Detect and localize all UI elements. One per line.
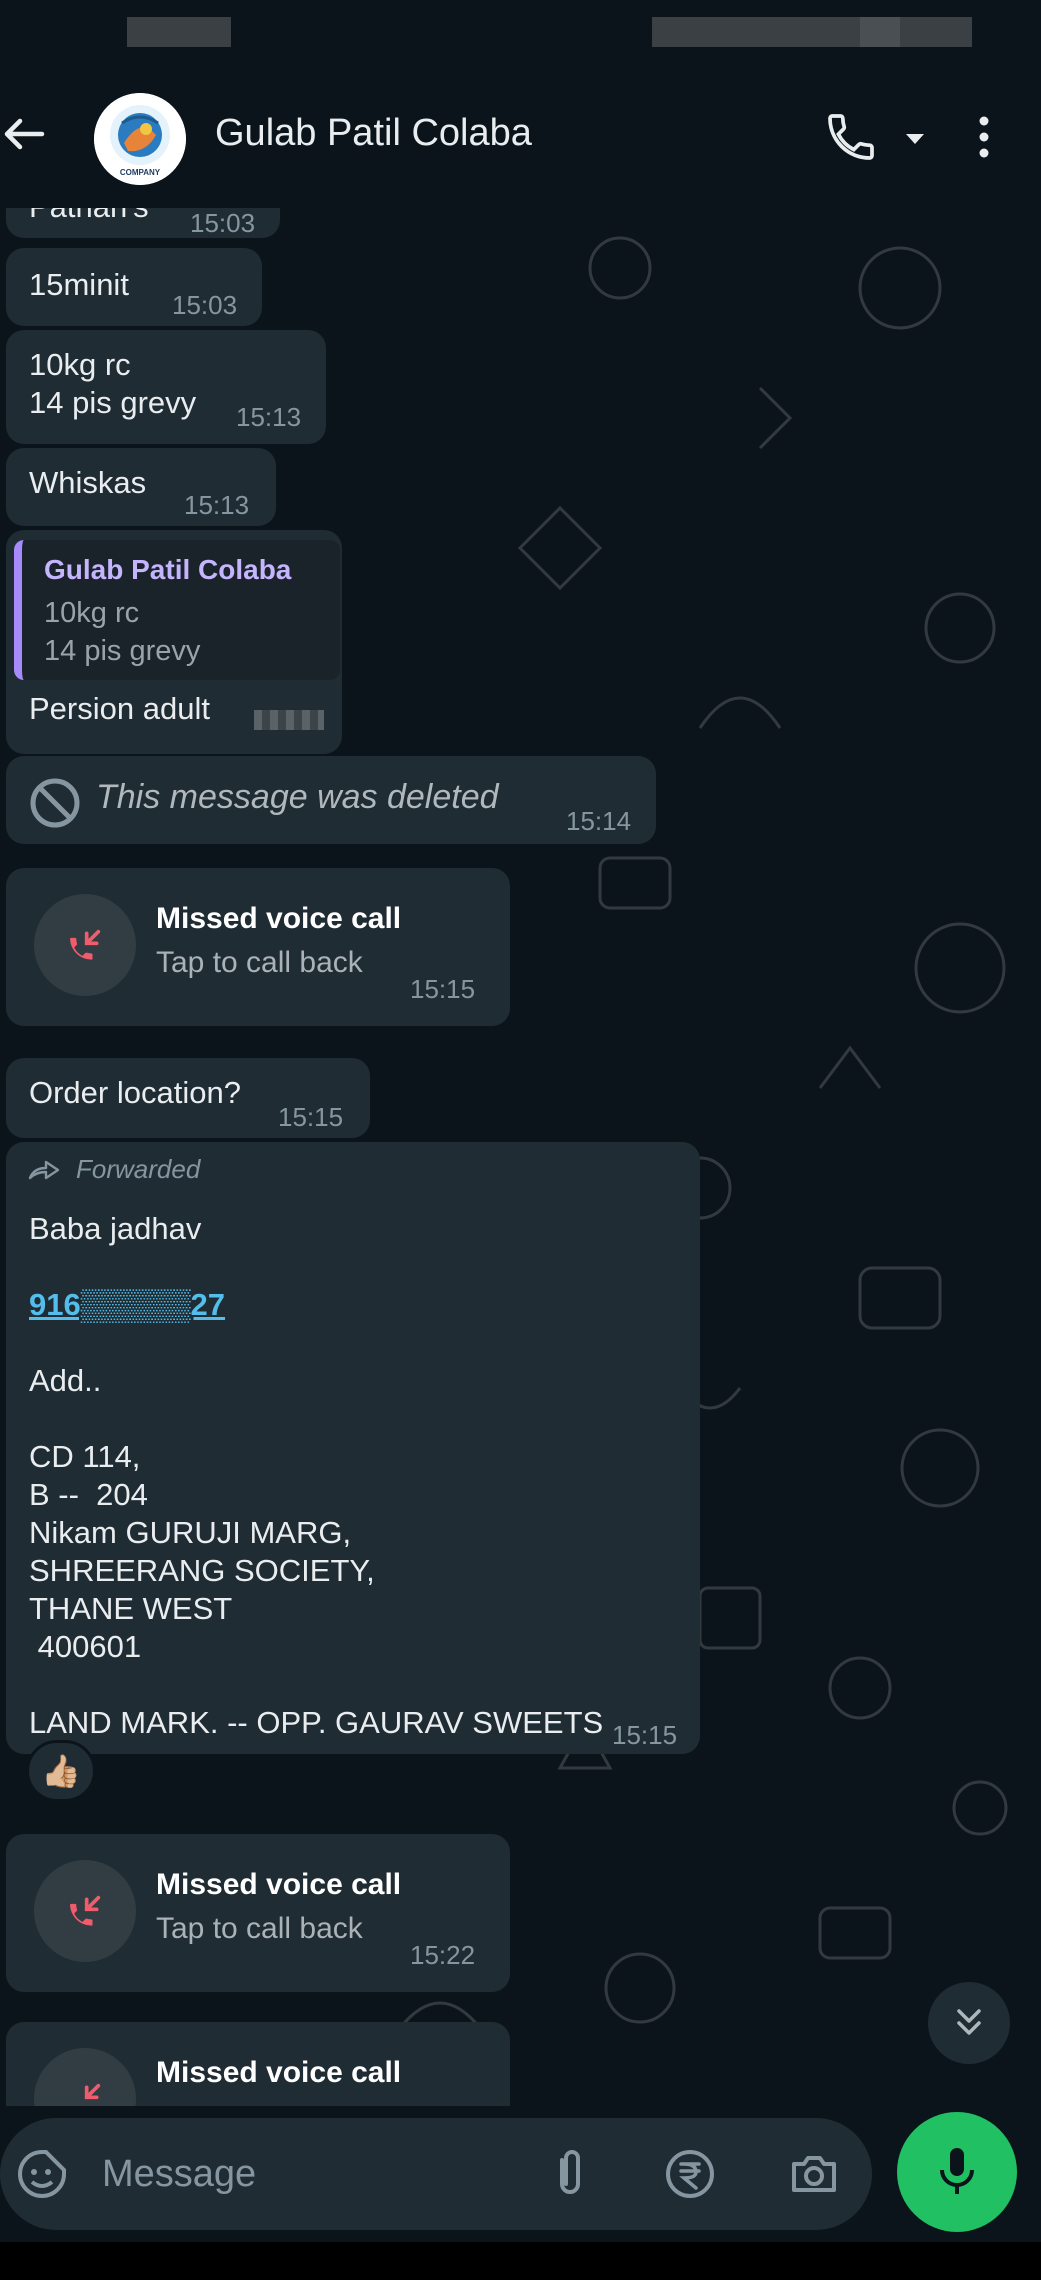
deleted-message-bubble[interactable]: This message was deleted 15:14 [6,756,656,844]
chat-header: COMPANY Gulab Patil Colaba [0,64,1041,208]
message-time: 15:15 [278,1102,344,1132]
missed-call-title: Missed voice call [156,2056,402,2089]
forwarded-message-bubble[interactable]: Forwarded Baba jadhav 916▒▒▒▒▒27 Add.. C… [6,1142,700,1754]
back-button[interactable] [0,110,48,158]
forwarded-text: Forwarded [76,1154,201,1184]
forward-icon [28,1160,60,1179]
camera-icon [792,2156,836,2192]
svg-text:COMPANY: COMPANY [120,168,161,177]
scroll-to-bottom-button[interactable] [928,1982,1010,2064]
missed-call-bubble[interactable]: Missed voice call Tap to call back 15:15 [6,868,510,1026]
missed-call-icon [70,1895,101,1926]
quoted-text: 10kg rc 14 pis grevy [44,597,201,667]
payment-button[interactable] [662,2146,718,2202]
message-bubble[interactable]: 10kg rc 14 pis grevy 15:13 [6,330,326,444]
deleted-message-text: This message was deleted [96,778,499,816]
message-text: Persion adult [29,691,210,726]
navigation-bar [0,2242,1041,2280]
quoted-reply[interactable]: Gulab Patil Colaba 10kg rc 14 pis grevy [14,540,340,680]
more-vert-icon [979,116,989,158]
message-text: Pathan's [29,208,149,226]
chevrons-down-icon [957,2009,981,2035]
missed-call-icon-circle [34,2048,136,2106]
company-logo-icon: COMPANY [94,93,186,185]
message-input[interactable] [102,2148,482,2200]
missed-call-icon-circle [34,1860,136,1962]
missed-call-icon [70,929,101,960]
reaction-badge[interactable]: 👍🏼 [26,1740,96,1802]
attach-button[interactable] [542,2146,598,2202]
missed-call-bubble[interactable]: Missed voice call [6,2022,510,2106]
status-bar [0,0,1041,64]
message-bubble[interactable]: Pathan's 15:03 [6,208,280,238]
address-text: Add.. CD 114, B -- 204 Nikam GURUJI MARG… [29,1363,604,1740]
phone-number-link[interactable]: 916▒▒▒▒▒27 [29,1286,225,1324]
message-bubble[interactable]: Whiskas 15:13 [6,448,276,526]
sticker-button[interactable] [14,2146,70,2202]
missed-call-bubble[interactable]: Missed voice call Tap to call back 15:22 [6,1834,510,1992]
contact-name[interactable]: Gulab Patil Colaba [215,112,532,155]
mic-icon [940,2148,974,2194]
message-text: Order location? [29,1075,241,1110]
message-time-redacted [254,710,324,730]
back-arrow-icon [4,118,45,150]
blocked-icon [30,778,80,828]
reply-message-bubble[interactable]: Gulab Patil Colaba 10kg rc 14 pis grevy … [6,530,342,754]
missed-call-icon-circle [34,894,136,996]
avatar[interactable]: COMPANY [94,93,186,185]
missed-call-title: Missed voice call [156,1868,402,1901]
dropdown-icon [906,134,924,144]
message-time: 15:03 [172,290,238,320]
message-time: 15:22 [410,1940,476,1970]
voice-call-button[interactable] [823,109,879,165]
message-time: 15:15 [410,974,476,1004]
more-options-button[interactable] [968,109,1000,165]
message-time: 15:13 [184,490,250,520]
phone-icon [828,114,874,160]
status-bar-redacted-left [127,17,231,47]
composer-pill [0,2118,872,2230]
message-text: Whiskas [29,465,147,500]
status-bar-redacted-right [652,17,972,47]
sticker-icon [18,2150,66,2198]
message-bubble[interactable]: 15minit 15:03 [6,248,262,326]
call-options-dropdown[interactable] [900,124,930,154]
camera-button[interactable] [786,2146,842,2202]
composer-bar [0,2106,1041,2280]
contact-name-text: Baba jadhav [29,1211,202,1246]
call-back-hint[interactable]: Tap to call back [156,946,363,980]
message-time: 15:15 [612,1720,678,1750]
status-bar-redacted-mid [860,17,900,47]
message-text: 15minit [29,267,129,302]
rupee-icon [666,2150,714,2198]
missed-call-icon [84,2083,101,2100]
voice-message-button[interactable] [897,2112,1017,2232]
call-back-hint[interactable]: Tap to call back [156,1912,363,1946]
message-text: 10kg rc 14 pis grevy [29,347,197,420]
paperclip-icon [560,2150,580,2194]
message-time: 15:14 [566,806,632,836]
message-time: 15:13 [236,402,302,432]
chat-area[interactable]: Pathan's 15:03 15minit 15:03 10kg rc 14 … [0,208,1041,2106]
quoted-sender-name: Gulab Patil Colaba [44,554,292,585]
message-bubble[interactable]: Order location? 15:15 [6,1058,370,1138]
forwarded-label: Forwarded [28,1154,200,1185]
message-time: 15:03 [190,208,256,238]
missed-call-title: Missed voice call [156,902,402,935]
